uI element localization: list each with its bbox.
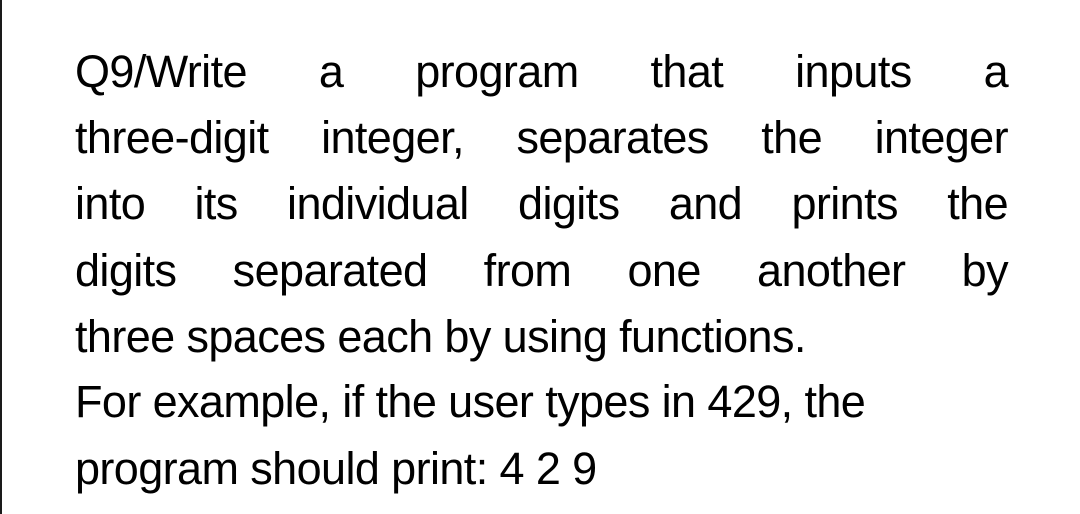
example-line-2: program should print: 4 2 9 bbox=[75, 443, 597, 494]
question-line-4: digits separated from one another by bbox=[75, 245, 1009, 296]
question-line-1: Q9/Write a program that inputs a bbox=[75, 46, 1009, 97]
left-border-divider bbox=[0, 0, 2, 514]
question-line-3: into its individual digits and prints th… bbox=[75, 178, 1009, 229]
example-line-1: For example, if the user types in 429, t… bbox=[75, 376, 866, 427]
question-line-5: three spaces each by using functions. bbox=[75, 311, 806, 362]
question-line-2: three-digit integer, separates the integ… bbox=[75, 112, 1009, 163]
